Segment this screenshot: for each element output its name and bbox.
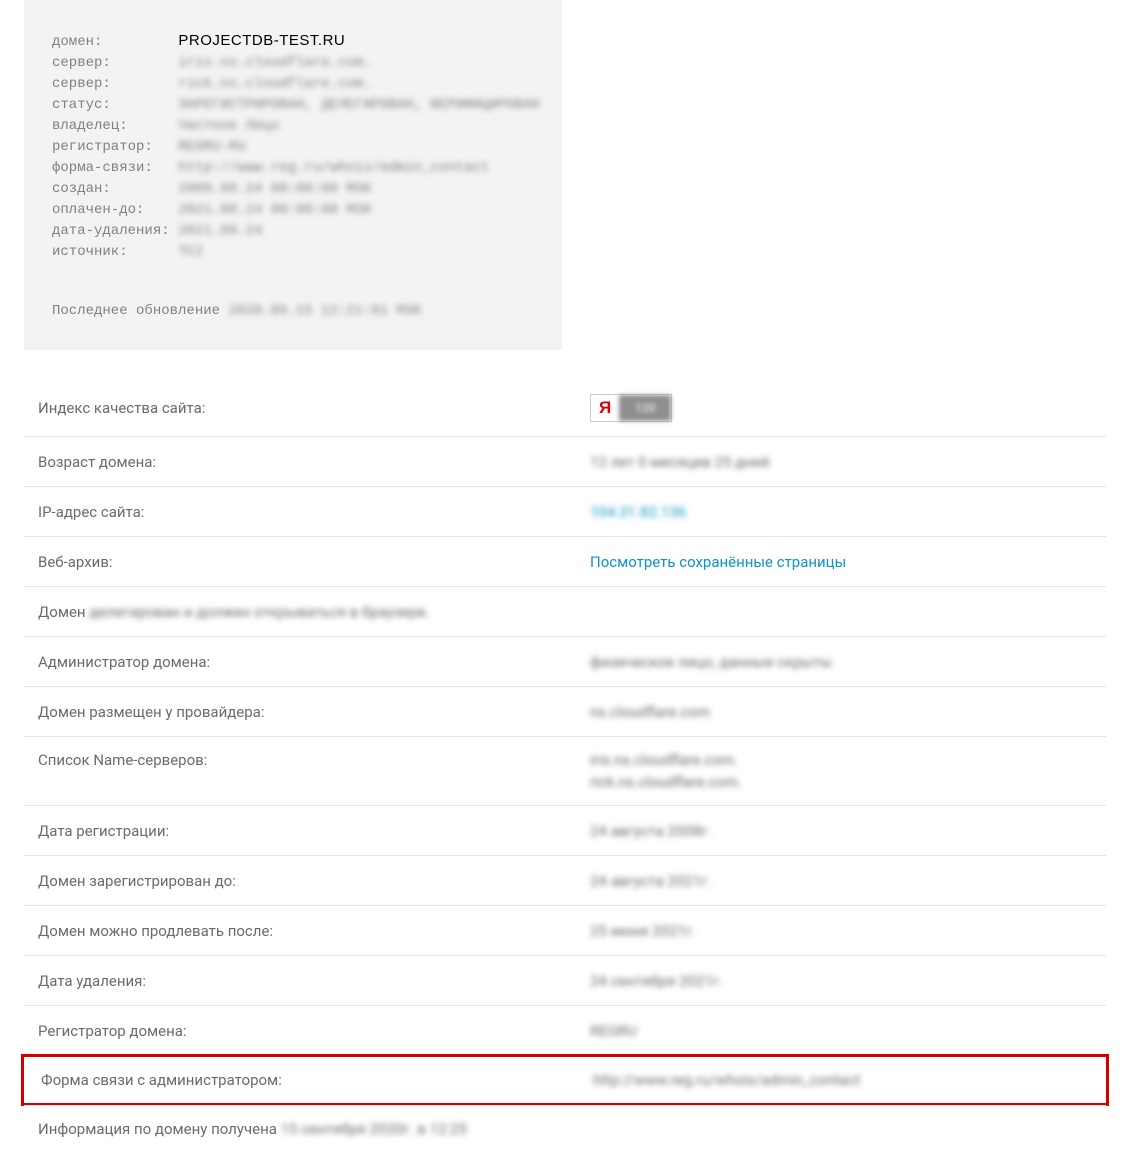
whois-domain-label: домен: (52, 32, 170, 53)
row-reg-until: Домен зарегистрирован до: 24 августа 202… (24, 855, 1106, 905)
whois-delete-label: дата-удаления: (52, 221, 170, 242)
whois-paid-label: оплачен-до: (52, 200, 170, 221)
value-webarchive[interactable]: Посмотреть сохранённые страницы (590, 553, 1092, 571)
whois-server2-row: сервер: rick.ns.cloudflare.com. (52, 74, 534, 95)
value-reg-until: 24 августа 2021г. (590, 872, 1092, 890)
whois-owner-value: Частное Лицо (178, 116, 279, 137)
value-reg-date: 24 августа 2008г. (590, 822, 1092, 840)
whois-created-value: 2008.08.24 00:00:00 MSK (178, 179, 371, 200)
whois-contact-label: форма-связи: (52, 158, 170, 179)
whois-registrar-row: регистратор: REGRU-RU (52, 137, 534, 158)
value-del-date: 24 сентября 2021г. (590, 972, 1092, 990)
final-info-prefix: Информация по домену получена (38, 1120, 281, 1138)
value-age: 12 лет 0 месяцев 25 дней (590, 453, 1092, 471)
label-renew: Домен можно продлевать после: (38, 922, 590, 940)
row-contact-form: Форма связи с администратором: http://ww… (21, 1054, 1109, 1106)
domain-status-prefix: Домен (38, 603, 89, 621)
whois-created-row: создан: 2008.08.24 00:00:00 MSK (52, 179, 534, 200)
label-del-date: Дата удаления: (38, 972, 590, 990)
whois-owner-row: владелец: Частное Лицо (52, 116, 534, 137)
whois-server2-label: сервер: (52, 74, 170, 95)
row-reg-date: Дата регистрации: 24 августа 2008г. (24, 805, 1106, 855)
value-ip[interactable]: 104.31.82.136 (590, 503, 1092, 521)
value-quality: Я 120 (590, 394, 1092, 422)
value-nameservers: iris.ns.cloudflare.com. rick.ns.cloudfla… (590, 751, 1092, 791)
row-final-info: Информация по домену получена 15 сентябр… (24, 1105, 1106, 1152)
yandex-badge[interactable]: Я 120 (590, 394, 672, 422)
row-renew: Домен можно продлевать после: 25 июня 20… (24, 905, 1106, 955)
row-webarchive: Веб-архив: Посмотреть сохранённые страни… (24, 536, 1106, 586)
whois-delete-value: 2021.09.24 (178, 221, 262, 242)
whois-created-label: создан: (52, 179, 170, 200)
whois-server2-value: rick.ns.cloudflare.com. (178, 74, 371, 95)
whois-server1-row: сервер: iris.ns.cloudflare.com. (52, 53, 534, 74)
value-renew: 25 июня 2021г. (590, 922, 1092, 940)
whois-update-label: Последнее обновление (52, 303, 228, 319)
whois-update-row: Последнее обновление 2020.09.15 12:21:01… (52, 301, 534, 322)
whois-contact-row: форма-связи: http://www.reg.ru/whois/adm… (52, 158, 534, 179)
domain-info-table: Индекс качества сайта: Я 120 Возраст дом… (24, 380, 1106, 1152)
whois-source-label: источник: (52, 242, 170, 263)
whois-server1-value: iris.ns.cloudflare.com. (178, 53, 371, 74)
whois-paid-row: оплачен-до: 2021.08.24 00:00:00 MSK (52, 200, 534, 221)
whois-status-row: статус: ЗАРЕГИСТРИРОВАН, ДЕЛЕГИРОВАН, ВЕ… (52, 95, 534, 116)
whois-contact-value: http://www.reg.ru/whois/admin_contact (178, 158, 489, 179)
label-domain-status: Домен делегирован и должен открываться в… (38, 603, 430, 621)
row-quality: Индекс качества сайта: Я 120 (24, 380, 1106, 436)
whois-domain-value: PROJECTDB-TEST.RU (178, 30, 345, 51)
final-info-value: 15 сентября 2020г. в 12:25 (281, 1120, 467, 1138)
row-admin: Администратор домена: физическое лицо, д… (24, 636, 1106, 686)
label-webarchive: Веб-архив: (38, 553, 590, 571)
label-reg-until: Домен зарегистрирован до: (38, 872, 590, 890)
whois-registrar-label: регистратор: (52, 137, 170, 158)
label-reg-date: Дата регистрации: (38, 822, 590, 840)
whois-domain-row: домен: PROJECTDB-TEST.RU (52, 30, 534, 53)
label-quality: Индекс качества сайта: (38, 399, 590, 417)
whois-update-value: 2020.09.15 12:21:01 MSK (228, 303, 421, 319)
label-nameservers: Список Name-серверов: (38, 751, 590, 769)
yandex-icon: Я (591, 395, 619, 421)
label-provider: Домен размещен у провайдера: (38, 703, 590, 721)
whois-source-value: TCI (178, 242, 203, 263)
label-contact-form: Форма связи с администратором: (41, 1071, 593, 1089)
row-domain-status: Домен делегирован и должен открываться в… (24, 586, 1106, 636)
row-nameservers: Список Name-серверов: iris.ns.cloudflare… (24, 736, 1106, 805)
ns-item-0: iris.ns.cloudflare.com. (590, 751, 1092, 769)
row-age: Возраст домена: 12 лет 0 месяцев 25 дней (24, 436, 1106, 486)
label-age: Возраст домена: (38, 453, 590, 471)
value-registrar: REGRU (590, 1022, 1092, 1040)
whois-status-value: ЗАРЕГИСТРИРОВАН, ДЕЛЕГИРОВАН, ВЕРИФИЦИРО… (178, 95, 539, 116)
row-registrar: Регистратор домена: REGRU (24, 1005, 1106, 1055)
ns-item-1: rick.ns.cloudflare.com. (590, 773, 1092, 791)
whois-owner-label: владелец: (52, 116, 170, 137)
yandex-value: 120 (619, 395, 671, 421)
label-ip: IP-адрес сайта: (38, 503, 590, 521)
row-ip: IP-адрес сайта: 104.31.82.136 (24, 486, 1106, 536)
whois-delete-row: дата-удаления: 2021.09.24 (52, 221, 534, 242)
value-contact-form[interactable]: http://www.reg.ru/whois/admin_contact (593, 1071, 1089, 1089)
row-provider: Домен размещен у провайдера: ns.cloudfla… (24, 686, 1106, 736)
whois-server1-label: сервер: (52, 53, 170, 74)
whois-raw-box: домен: PROJECTDB-TEST.RU сервер: iris.ns… (24, 0, 562, 350)
row-del-date: Дата удаления: 24 сентября 2021г. (24, 955, 1106, 1005)
label-admin: Администратор домена: (38, 653, 590, 671)
whois-registrar-value: REGRU-RU (178, 137, 245, 158)
whois-status-label: статус: (52, 95, 170, 116)
domain-status-text: делегирован и должен открываться в брауз… (89, 603, 429, 621)
label-registrar: Регистратор домена: (38, 1022, 590, 1040)
value-provider: ns.cloudflare.com (590, 703, 1092, 721)
ns-list: iris.ns.cloudflare.com. rick.ns.cloudfla… (590, 751, 1092, 791)
whois-paid-value: 2021.08.24 00:00:00 MSK (178, 200, 371, 221)
value-admin: физическое лицо, данные скрыты (590, 653, 1092, 671)
whois-source-row: источник: TCI (52, 242, 534, 263)
